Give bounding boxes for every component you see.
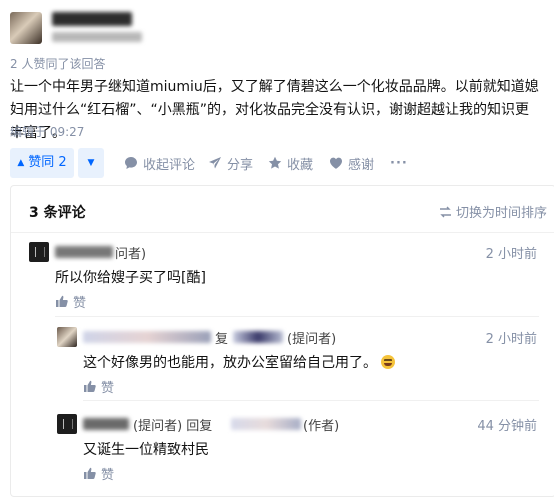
author-bio <box>52 32 142 42</box>
comment-avatar[interactable] <box>57 327 77 347</box>
share-icon <box>209 157 221 169</box>
author-name[interactable] <box>52 12 132 26</box>
heart-icon <box>330 157 342 169</box>
comment-text: 这个好像男的也能用，放办公室留给自己用了。 <box>83 352 395 372</box>
swap-icon <box>440 206 451 217</box>
comment-like-button[interactable]: 赞 <box>83 377 114 396</box>
comment-author-role: (提问者) <box>287 332 337 347</box>
reply-divider <box>83 400 539 401</box>
thumbs-up-icon <box>56 295 68 307</box>
comment-like-label: 赞 <box>101 468 115 483</box>
sort-toggle[interactable]: 切换为时间排序 <box>439 202 547 221</box>
more-button[interactable]: ··· <box>390 148 408 178</box>
answer-content: 让一个中年男子继知道miumiu后，又了解了倩碧这么一个化妆品品牌。以前就知道媳… <box>10 79 539 141</box>
comment-avatar[interactable] <box>57 414 77 434</box>
triangle-down-icon: ▼ <box>87 158 95 168</box>
reply-word: 复 <box>215 332 229 347</box>
reply-divider <box>55 316 539 317</box>
sort-label: 切换为时间排序 <box>456 206 548 221</box>
triangle-up-icon: ▲ <box>17 158 25 168</box>
comment-author-name[interactable] <box>83 331 211 343</box>
share-label: 分享 <box>227 157 254 173</box>
star-icon <box>268 156 282 169</box>
thumbs-up-icon <box>84 467 96 479</box>
thanks-button[interactable]: 感谢 <box>329 148 374 178</box>
upvote-label: 赞同 2 <box>28 155 67 170</box>
upvote-summary: 2 人赞同了该回答 <box>10 57 106 71</box>
favorite-label: 收藏 <box>287 157 314 173</box>
upvote-button[interactable]: ▲ 赞同 2 <box>10 148 74 178</box>
downvote-button[interactable]: ▼ <box>78 148 104 178</box>
collapse-comments-label: 收起评论 <box>143 157 196 173</box>
comment-time: 2 小时前 <box>485 247 537 262</box>
comment-time: 44 分钟前 <box>477 419 537 434</box>
author-avatar[interactable] <box>10 12 42 44</box>
comment-time: 2 小时前 <box>485 332 537 347</box>
comment-avatar[interactable] <box>29 242 49 262</box>
comments-panel: 3 条评论 切换为时间排序 问者) 2 小时前 所以你给嫂子买了吗[酷] 赞 复… <box>10 185 554 497</box>
comment-author-name[interactable] <box>55 246 113 258</box>
comment-author-role: 问者) <box>115 247 147 262</box>
panel-divider <box>11 232 554 233</box>
comment-like-label: 赞 <box>101 381 115 396</box>
comment-like-label: 赞 <box>73 296 87 311</box>
comment-author-name[interactable] <box>83 418 129 430</box>
reply-target-name[interactable] <box>231 418 301 430</box>
thanks-label: 感谢 <box>348 157 375 173</box>
comment-text: 所以你给嫂子买了吗[酷] <box>55 270 206 286</box>
reply-target-name[interactable] <box>233 331 283 343</box>
comment-author-role: (提问者) 回复 <box>133 419 213 434</box>
comment-like-button[interactable]: 赞 <box>55 292 86 311</box>
favorite-button[interactable]: 收藏 <box>268 148 313 178</box>
share-button[interactable]: 分享 <box>208 148 253 178</box>
comment-icon <box>125 157 137 169</box>
comments-count: 3 条评论 <box>29 205 86 221</box>
reply-target-role: (作者) <box>303 419 340 434</box>
collapse-comments-button[interactable]: 收起评论 <box>124 148 195 178</box>
grin-sweat-emoji-icon <box>381 355 395 369</box>
comment-like-button[interactable]: 赞 <box>83 464 114 483</box>
comment-text: 又诞生一位精致村民 <box>83 442 209 458</box>
comment-text-content: 这个好像男的也能用，放办公室留给自己用了。 <box>83 355 377 371</box>
thumbs-up-icon <box>84 380 96 392</box>
edited-time[interactable]: 编辑于 09:27 <box>10 123 84 140</box>
